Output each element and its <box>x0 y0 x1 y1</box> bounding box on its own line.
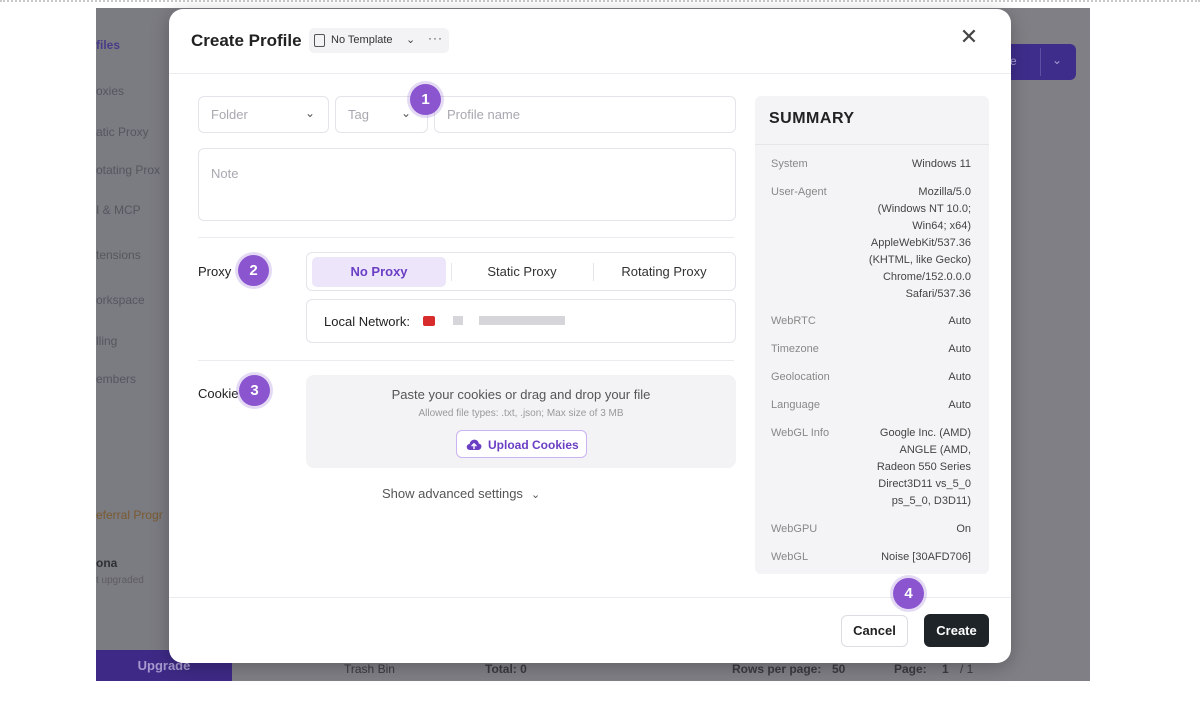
button-separator <box>1040 48 1041 76</box>
summary-title: SUMMARY <box>769 110 855 127</box>
section-divider <box>198 360 734 361</box>
chevron-down-icon: ⌄ <box>401 106 412 120</box>
sidebar-item-proxies[interactable]: oxies <box>96 84 124 98</box>
cancel-button[interactable]: Cancel <box>841 615 908 647</box>
cookies-label: Cookie <box>198 386 239 401</box>
total-count: Total: 0 <box>485 662 527 676</box>
close-icon[interactable]: ✕ <box>957 25 981 49</box>
step-marker-4: 4 <box>893 578 924 609</box>
redacted-ip <box>479 316 565 325</box>
summary-key: Timezone <box>771 343 819 355</box>
summary-value: Mozilla/5.0 (Windows NT 10.0; Win64; x64… <box>868 186 971 300</box>
summary-panel: SUMMARY System Windows 11 User-Agent Moz… <box>755 96 989 574</box>
top-dotted-border <box>0 0 1200 4</box>
folder-placeholder: Folder <box>211 107 248 122</box>
more-options-icon[interactable]: ··· <box>428 31 443 45</box>
template-label: No Template <box>331 34 393 46</box>
advanced-settings-label: Show advanced settings <box>382 486 523 501</box>
proxy-label: Proxy <box>198 264 232 279</box>
summary-key: WebRTC <box>771 315 816 327</box>
footer-divider <box>169 597 1011 598</box>
summary-value: Auto <box>948 343 971 355</box>
show-advanced-settings[interactable]: Show advanced settings ⌄ <box>382 486 540 501</box>
modal-title: Create Profile <box>191 31 302 50</box>
summary-key: WebGL <box>771 551 809 563</box>
local-network-row: Local Network: <box>306 299 736 343</box>
header-divider <box>169 73 1011 74</box>
trash-bin-link[interactable]: Trash Bin <box>344 662 395 676</box>
summary-key: Geolocation <box>771 371 830 383</box>
proxy-tabs: No Proxy Static Proxy Rotating Proxy <box>306 252 736 291</box>
summary-value: On <box>956 523 971 535</box>
new-profile-button[interactable]: e ⌄ <box>1002 44 1076 80</box>
profile-name-input[interactable]: Profile name <box>434 96 736 133</box>
tab-rotating-proxy[interactable]: Rotating Proxy <box>595 257 733 287</box>
sidebar-item-profiles[interactable]: files <box>96 38 120 52</box>
cookie-drop-text: Paste your cookies or drag and drop your… <box>391 387 651 402</box>
sidebar-item-members[interactable]: embers <box>96 372 136 386</box>
flag-icon <box>423 316 435 326</box>
chevron-down-icon: ⌄ <box>530 489 541 501</box>
page-number[interactable]: 1 <box>942 662 949 676</box>
summary-value: Auto <box>948 371 971 383</box>
summary-key: User-Agent <box>771 186 827 198</box>
chevron-down-icon: ⌄ <box>406 34 416 46</box>
redacted-ip <box>453 316 463 325</box>
sidebar-user-name: ona <box>96 556 118 570</box>
sidebar-item-extensions[interactable]: tensions <box>96 248 141 262</box>
sidebar-item-api-mcp[interactable]: I & MCP <box>96 203 141 217</box>
section-divider <box>198 237 734 238</box>
local-network-label: Local Network: <box>324 314 410 329</box>
tab-separator <box>593 263 594 281</box>
step-marker-1: 1 <box>410 84 441 115</box>
chevron-down-icon[interactable]: ⌄ <box>1052 53 1062 67</box>
summary-key: WebGPU <box>771 523 818 535</box>
tab-no-proxy[interactable]: No Proxy <box>312 257 446 287</box>
summary-key: Language <box>771 399 820 411</box>
profile-name-placeholder: Profile name <box>447 107 520 122</box>
summary-value: Noise [30AFD706] <box>881 551 971 563</box>
template-selector[interactable]: No Template ⌄ ··· <box>309 28 449 53</box>
tab-separator <box>451 263 452 281</box>
sidebar-item-static-proxy[interactable]: atic Proxy <box>96 125 149 139</box>
rows-per-page-select[interactable]: 50 <box>832 662 845 676</box>
tag-placeholder: Tag <box>348 107 369 122</box>
note-textarea[interactable]: Note <box>198 148 736 221</box>
step-marker-2: 2 <box>238 255 269 286</box>
summary-key: WebGL Info <box>771 427 830 439</box>
sidebar-user-status: t upgraded <box>96 575 144 586</box>
step-marker-3: 3 <box>239 375 270 406</box>
clipboard-icon <box>314 34 325 47</box>
summary-value: Windows 11 <box>911 158 971 170</box>
cookie-allowed-types: Allowed file types: .txt, .json; Max siz… <box>418 408 624 419</box>
upload-cookies-label: Upload Cookies <box>488 438 579 452</box>
cloud-upload-icon <box>466 439 482 450</box>
upload-cookies-button[interactable]: Upload Cookies <box>456 430 587 458</box>
summary-key: System <box>771 158 808 170</box>
rows-per-page-label: Rows per page: <box>732 662 822 676</box>
create-profile-modal: Create Profile No Template ⌄ ··· ✕ Folde… <box>169 9 1011 663</box>
sidebar-item-rotating-proxy[interactable]: otating Prox <box>96 163 160 177</box>
create-button[interactable]: Create <box>924 614 989 647</box>
summary-value: Google Inc. (AMD) ANGLE (AMD, Radeon 550… <box>876 427 971 507</box>
summary-value: Auto <box>948 399 971 411</box>
note-placeholder: Note <box>211 166 239 181</box>
sidebar-item-billing[interactable]: lling <box>96 334 117 348</box>
page-total: / 1 <box>960 662 974 676</box>
folder-select[interactable]: Folder ⌄ <box>198 96 329 133</box>
sidebar-referral[interactable]: eferral Progr <box>96 508 163 522</box>
new-profile-label: e <box>1010 54 1017 68</box>
page-label: Page: <box>894 662 927 676</box>
sidebar-item-workspace[interactable]: orkspace <box>96 293 145 307</box>
tab-static-proxy[interactable]: Static Proxy <box>453 257 591 287</box>
summary-value: Auto <box>948 315 971 327</box>
chevron-down-icon: ⌄ <box>305 106 316 120</box>
summary-divider <box>755 144 989 145</box>
cookie-drop-zone[interactable]: Paste your cookies or drag and drop your… <box>306 375 736 468</box>
